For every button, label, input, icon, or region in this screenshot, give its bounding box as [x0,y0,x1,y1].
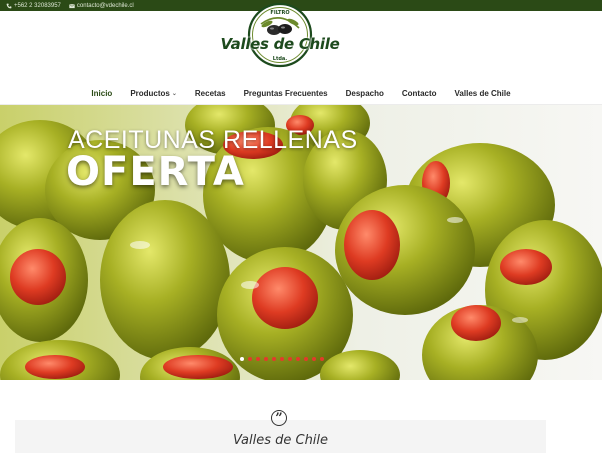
phone-number: +562 2 32083957 [14,2,61,9]
nav-item-valles-de-chile[interactable]: Valles de Chile [446,89,520,98]
nav-item-recetas[interactable]: Recetas [186,89,235,98]
email-address: contacto@vdechile.cl [76,2,134,9]
nav-label: Preguntas Frecuentes [243,88,328,98]
hero-title: OFERTA [66,149,245,195]
slider-dot[interactable] [240,357,244,361]
slider-dot[interactable] [304,357,308,361]
brand-name: Valles de Chile [220,35,340,53]
email-contact[interactable]: contacto@vdechile.cl [69,3,134,9]
nav-label: Recetas [194,88,226,98]
logo-badge-bottom: Ltda. [273,56,288,62]
nav-label: Productos [130,88,170,98]
slider-pagination [240,357,324,361]
nav-item-preguntas-frecuentes[interactable]: Preguntas Frecuentes [235,89,337,98]
phone-icon [6,3,12,8]
slider-dot[interactable] [248,357,252,361]
nav-label: Contacto [401,88,437,98]
phone-contact[interactable]: +562 2 32083957 [6,3,61,9]
email-icon [69,3,75,8]
site-logo[interactable]: FILTRO Ltda. Valles de Chile [218,2,342,68]
slider-dot[interactable] [288,357,292,361]
slider-dot[interactable] [272,357,276,361]
nav-item-inicio[interactable]: Inicio [82,89,121,98]
slider-dot[interactable] [320,357,324,361]
nav-label: Valles de Chile [454,88,511,98]
nav-label: Despacho [345,88,384,98]
nav-item-contacto[interactable]: Contacto [393,89,446,98]
logo-badge-top: FILTRO [270,10,289,16]
slider-dot[interactable] [312,357,316,361]
slider-dot[interactable] [280,357,284,361]
quote-glyph: ” [275,410,283,426]
main-nav: Inicio Productos ⌄ Recetas Preguntas Frec… [0,85,602,101]
chevron-down-icon: ⌄ [171,90,177,97]
nav-item-productos[interactable]: Productos ⌄ [121,89,186,98]
slider-dot[interactable] [296,357,300,361]
slider-dot[interactable] [264,357,268,361]
nav-item-despacho[interactable]: Despacho [337,89,393,98]
testimonial-author: Valles de Chile [232,433,329,448]
quote-icon: ” [271,410,287,426]
slider-dot[interactable] [256,357,260,361]
hero-slider[interactable]: ACEITUNAS RELLENAS OFERTA [0,105,602,380]
nav-label: Inicio [91,88,113,98]
